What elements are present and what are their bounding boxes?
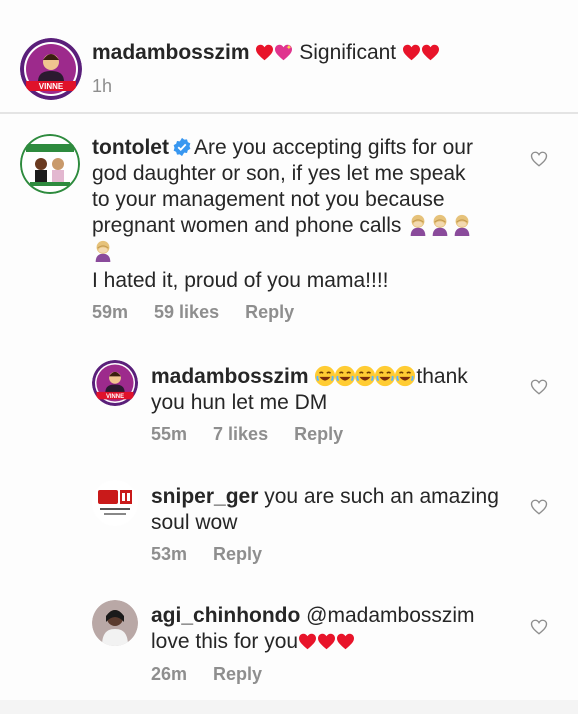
caption-text: madambosszim Significant [92, 40, 562, 66]
caption-username[interactable]: madambosszim [92, 41, 250, 64]
facepalm-emoji-icon [92, 240, 114, 262]
facepalm-emoji-icon [429, 214, 451, 236]
comment-body-line: thank [416, 365, 468, 388]
red-heart-icon [255, 44, 274, 61]
comment-time: 55m [151, 424, 188, 444]
verified-badge-icon [172, 137, 192, 157]
avatar-image [92, 480, 138, 526]
comment-meta: 59m 59 likes Reply [92, 302, 320, 323]
comment-likes[interactable]: 59 likes [154, 302, 219, 322]
comment-text: agi_chinhondo @madambosszim love this fo… [151, 603, 521, 655]
comment-body-line: I hated it, proud of you mama!!!! [92, 269, 389, 292]
comment-username[interactable]: tontolet [92, 136, 169, 159]
comment-body-line: soul wow [151, 511, 238, 534]
avatar-image: VINNE [20, 38, 82, 100]
comment-username[interactable]: madambosszim [151, 365, 309, 388]
comment-body-line: you hun let me DM [151, 391, 328, 414]
like-heart-outline-icon[interactable] [530, 498, 548, 516]
comment-username[interactable]: agi_chinhondo [151, 604, 300, 627]
red-heart-icon [402, 44, 421, 61]
like-heart-outline-icon[interactable] [530, 618, 548, 636]
comment-body-line: love this for you [151, 630, 299, 653]
reply-button[interactable]: Reply [294, 424, 343, 444]
avatar[interactable] [20, 134, 80, 194]
comment-text: madambosszim thank you hun let me DM [151, 364, 521, 416]
avatar-image [92, 600, 138, 646]
pink-sparkle-heart-icon [274, 44, 293, 61]
bottom-edge [0, 700, 578, 714]
comment-text: tontolet Are you accepting gifts for our … [92, 135, 512, 294]
comment-username[interactable]: sniper_ger [151, 485, 258, 508]
comment-body-line: pregnant women and phone calls [92, 214, 402, 237]
comment-body-line: you are such an amazing [264, 485, 499, 508]
laughing-emoji-icon [374, 365, 396, 387]
comment-time: 59m [92, 302, 129, 322]
laughing-emoji-icon [394, 365, 416, 387]
reply-button[interactable]: Reply [245, 302, 294, 322]
avatar[interactable] [92, 480, 138, 526]
caption-time: 1h [92, 76, 113, 96]
red-heart-icon [317, 633, 336, 650]
avatar[interactable] [92, 600, 138, 646]
avatar[interactable]: VINNE [20, 38, 82, 100]
comment-meta: 55m 7 likes Reply [151, 424, 369, 445]
comment-time: 53m [151, 544, 188, 564]
comment-meta: 26m Reply [151, 664, 288, 685]
laughing-emoji-icon [354, 365, 376, 387]
red-heart-icon [336, 633, 355, 650]
mention-link[interactable]: @madambosszim [306, 604, 474, 627]
divider [0, 112, 578, 114]
like-heart-outline-icon[interactable] [530, 378, 548, 396]
avatar-label: VINNE [106, 394, 124, 400]
red-heart-icon [298, 633, 317, 650]
red-heart-icon [421, 44, 440, 61]
avatar-image [20, 134, 80, 194]
avatar[interactable]: VINNE [92, 360, 138, 406]
facepalm-emoji-icon [451, 214, 473, 236]
facepalm-emoji-icon [407, 214, 429, 236]
caption-body: Significant [299, 41, 397, 64]
comment-time: 26m [151, 664, 188, 684]
post-caption: VINNE madambosszim Significant 1h [0, 0, 578, 112]
avatar-label: VINNE [39, 82, 64, 91]
comment-body-line: god daughter or son, if yes let me speak [92, 162, 466, 185]
comment-body-line: Are you accepting gifts for our [193, 136, 473, 159]
laughing-emoji-icon [314, 365, 336, 387]
comment-text: sniper_ger you are such an amazing soul … [151, 484, 521, 536]
like-heart-outline-icon[interactable] [530, 150, 548, 168]
reply-button[interactable]: Reply [213, 544, 262, 564]
comment-body-line: to your management not you because [92, 188, 445, 211]
comment-likes[interactable]: 7 likes [213, 424, 268, 444]
laughing-emoji-icon [334, 365, 356, 387]
comment-meta: 53m Reply [151, 544, 288, 565]
reply-button[interactable]: Reply [213, 664, 262, 684]
avatar-image: VINNE [92, 360, 138, 406]
